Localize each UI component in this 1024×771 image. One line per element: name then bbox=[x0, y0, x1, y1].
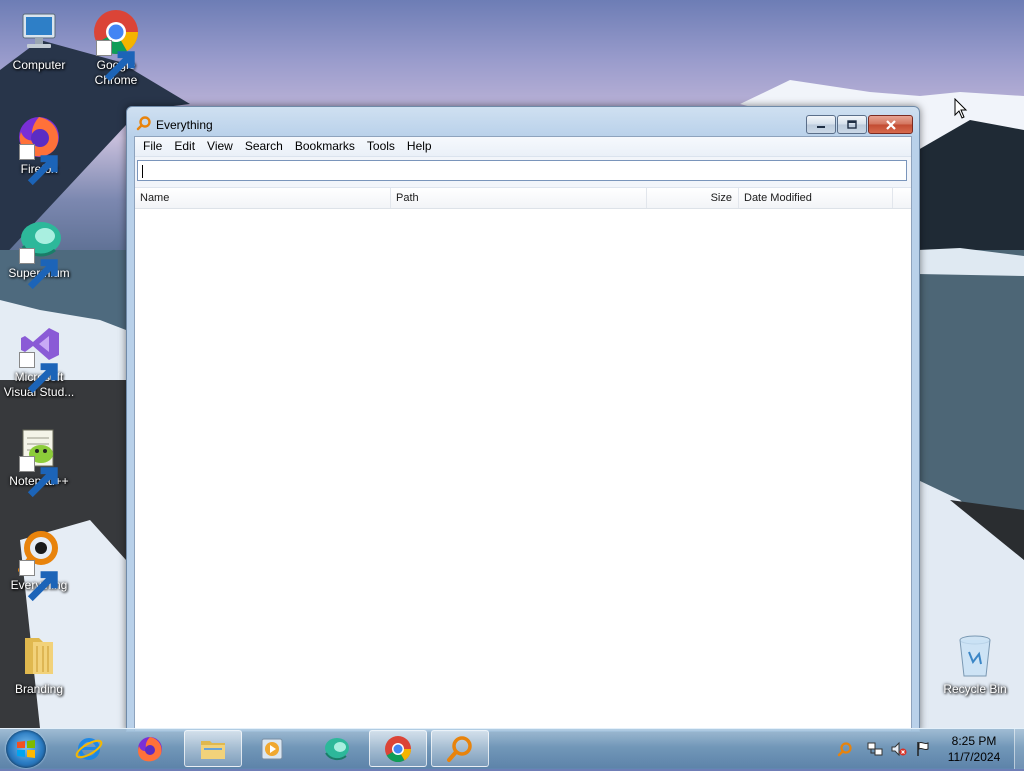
taskbar-file-explorer[interactable] bbox=[184, 730, 242, 767]
column-filler bbox=[893, 188, 911, 208]
menu-help[interactable]: Help bbox=[401, 137, 438, 156]
windows-logo-icon bbox=[17, 740, 35, 758]
internet-explorer-icon bbox=[75, 737, 103, 760]
menu-file[interactable]: File bbox=[137, 137, 168, 156]
file-explorer-icon bbox=[201, 740, 225, 759]
supermium-icon bbox=[325, 737, 349, 760]
window-client: File Edit View Search Bookmarks Tools He… bbox=[134, 136, 912, 731]
desktop-icon-notepadpp[interactable]: Notepad++ bbox=[1, 424, 77, 498]
shortcut-arrow-icon bbox=[96, 40, 135, 82]
shortcut-arrow-icon bbox=[19, 560, 58, 602]
desktop-icon-firefox[interactable]: Firefox bbox=[1, 112, 77, 186]
menu-tools[interactable]: Tools bbox=[361, 137, 401, 156]
desktop-icon-label: Computer bbox=[12, 58, 66, 72]
taskbar-chrome[interactable] bbox=[369, 730, 427, 767]
recycle-bin-icon bbox=[959, 635, 991, 677]
menu-bookmarks[interactable]: Bookmarks bbox=[289, 137, 361, 156]
restore-icon bbox=[847, 120, 857, 129]
desktop-icon-visual-studio[interactable]: Microsoft Visual Stud... bbox=[1, 320, 77, 400]
search-bar bbox=[135, 157, 911, 188]
desktop-icon-everything[interactable]: Everything bbox=[1, 528, 77, 602]
restore-button[interactable] bbox=[837, 115, 867, 134]
shortcut-arrow-icon bbox=[19, 352, 58, 394]
window-title: Everything bbox=[156, 118, 213, 132]
action-center-flag-icon[interactable] bbox=[915, 741, 931, 757]
taskbar-supermium[interactable] bbox=[307, 730, 365, 767]
minimize-icon bbox=[817, 125, 825, 128]
desktop-icon-branding[interactable]: Branding bbox=[1, 632, 77, 697]
firefox-icon bbox=[138, 736, 162, 761]
title-bar[interactable]: Everything bbox=[127, 107, 919, 137]
column-header: Name Path Size Date Modified bbox=[135, 188, 911, 209]
start-button[interactable] bbox=[6, 730, 46, 768]
everything-icon bbox=[447, 735, 472, 762]
close-button[interactable] bbox=[868, 115, 913, 134]
volume-muted-icon[interactable] bbox=[891, 741, 907, 757]
text-caret bbox=[142, 165, 143, 178]
everything-icon bbox=[136, 116, 151, 131]
close-icon bbox=[885, 119, 896, 130]
everything-tray-icon[interactable] bbox=[837, 741, 853, 757]
clock-time: 8:25 PM bbox=[951, 734, 997, 748]
show-desktop-button[interactable] bbox=[1014, 729, 1024, 769]
network-icon[interactable] bbox=[867, 741, 883, 757]
desktop-icon-label: Branding bbox=[14, 682, 64, 696]
column-name[interactable]: Name bbox=[135, 188, 391, 208]
computer-icon bbox=[22, 13, 56, 48]
results-list[interactable] bbox=[135, 209, 911, 731]
minimize-button[interactable] bbox=[806, 115, 836, 134]
desktop-icon-label: Recycle Bin bbox=[943, 682, 1007, 696]
desktop-icon-computer[interactable]: Computer bbox=[1, 8, 77, 73]
search-input[interactable] bbox=[137, 160, 907, 181]
desktop-icon-supermium[interactable]: Supermium bbox=[1, 216, 77, 290]
shortcut-arrow-icon bbox=[19, 248, 58, 290]
column-path[interactable]: Path bbox=[391, 188, 647, 208]
mouse-cursor-icon bbox=[954, 98, 968, 119]
column-size[interactable]: Size bbox=[647, 188, 739, 208]
shortcut-arrow-icon bbox=[19, 456, 58, 498]
taskbar-firefox[interactable] bbox=[121, 730, 179, 767]
media-player-icon bbox=[261, 738, 283, 759]
desktop-icon-recycle-bin[interactable]: Recycle Bin bbox=[937, 632, 1013, 697]
folder-icon bbox=[25, 638, 53, 674]
taskbar: 8:25 PM 11/7/2024 bbox=[0, 728, 1024, 769]
taskbar-media-player[interactable] bbox=[244, 730, 302, 767]
column-date-modified[interactable]: Date Modified bbox=[739, 188, 893, 208]
menu-view[interactable]: View bbox=[201, 137, 239, 156]
taskbar-internet-explorer[interactable] bbox=[60, 730, 118, 767]
clock[interactable]: 8:25 PM 11/7/2024 bbox=[935, 733, 1013, 765]
taskbar-everything[interactable] bbox=[431, 730, 489, 767]
chrome-icon bbox=[385, 735, 412, 762]
menu-edit[interactable]: Edit bbox=[168, 137, 201, 156]
menu-search[interactable]: Search bbox=[239, 137, 289, 156]
desktop-icon-google-chrome[interactable]: Google Chrome bbox=[78, 8, 154, 88]
clock-date: 11/7/2024 bbox=[947, 750, 1001, 764]
shortcut-arrow-icon bbox=[19, 144, 58, 186]
everything-window[interactable]: Everything File Edit View Search Bookmar… bbox=[126, 106, 920, 732]
menu-bar: File Edit View Search Bookmarks Tools He… bbox=[135, 137, 911, 157]
